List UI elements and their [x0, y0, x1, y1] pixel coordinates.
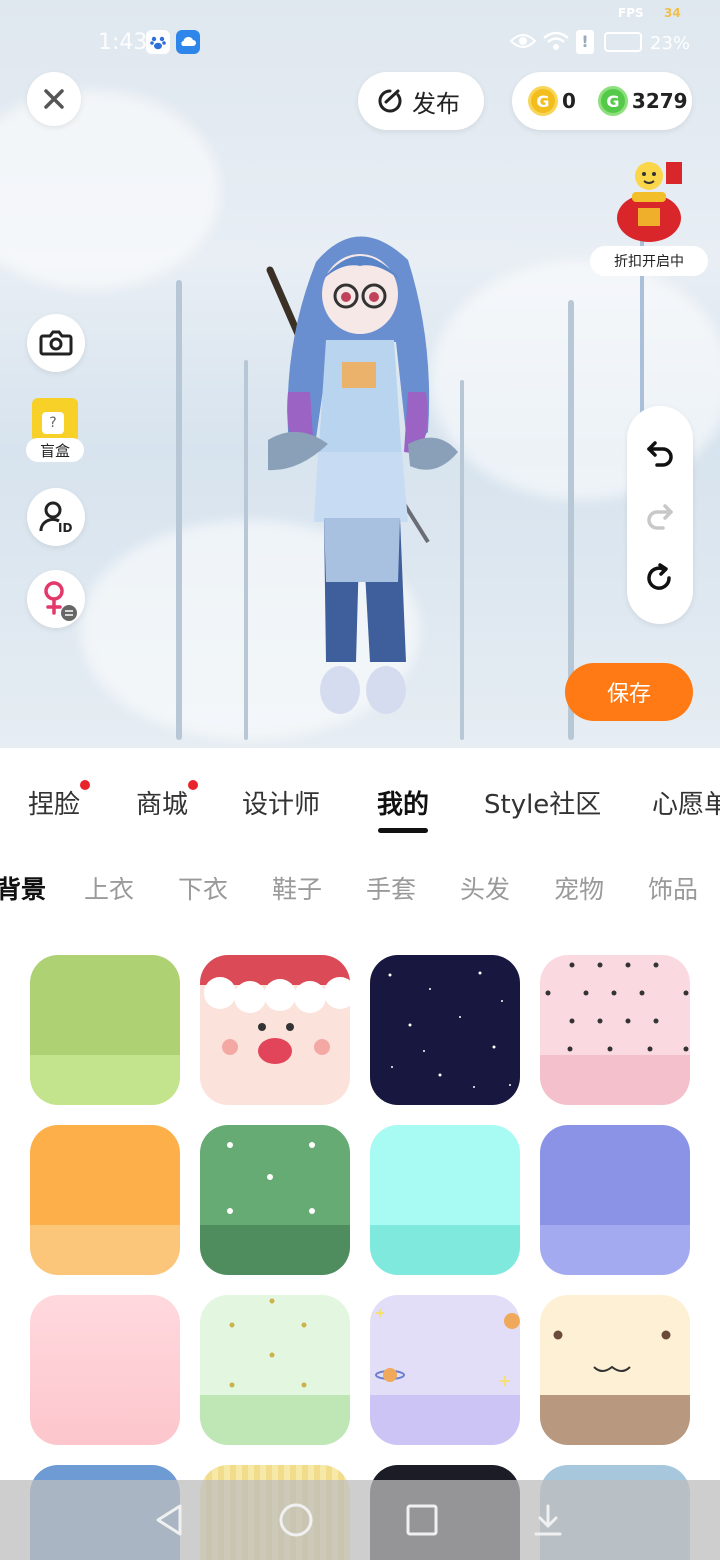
notification-dot — [188, 780, 199, 790]
tab-label: 商城 — [136, 790, 189, 820]
home-icon[interactable] — [278, 1502, 314, 1538]
gold-coin-icon: G — [528, 86, 558, 116]
main-tabs: 捏脸 商城 设计师 我的 Style社区 心愿单 — [0, 748, 720, 848]
tab-label: 捏脸 — [28, 790, 81, 820]
tab-mine[interactable]: 我的 — [377, 784, 429, 821]
subtab-accessories[interactable]: 饰品 — [648, 870, 698, 906]
subtab-background[interactable]: 背景 — [0, 870, 46, 906]
subtab-pet[interactable]: 宠物 — [554, 870, 604, 906]
undo-icon[interactable] — [645, 437, 675, 467]
green-coin-icon: G — [597, 86, 628, 116]
background-tile-cream-face[interactable] — [540, 1295, 690, 1445]
camera-icon — [39, 330, 73, 356]
subtab-shoes[interactable]: 鞋子 — [272, 870, 322, 906]
redo-icon[interactable] — [645, 500, 675, 530]
currency-display[interactable]: G 0 G 3279 — [512, 72, 692, 130]
background-tile-green-snowflake[interactable] — [200, 1125, 350, 1275]
alert-icon: ! — [576, 30, 594, 54]
recents-icon[interactable] — [404, 1502, 440, 1538]
status-time: 1:43 — [98, 30, 148, 55]
close-button[interactable] — [27, 72, 81, 126]
tab-label: 心愿单 — [652, 790, 720, 820]
mystery-box-icon: ? — [32, 398, 78, 442]
wifi-icon — [542, 30, 570, 56]
tab-face[interactable]: 捏脸 — [28, 780, 91, 821]
publish-label: 发布 — [412, 89, 460, 118]
system-nav-bar — [0, 1480, 720, 1560]
publish-icon — [378, 89, 402, 113]
active-tab-indicator — [378, 828, 428, 833]
promo-label: 折扣开启中 — [590, 246, 708, 276]
back-icon[interactable] — [152, 1502, 188, 1538]
subtab-top[interactable]: 上衣 — [84, 870, 134, 906]
tab-label: 设计师 — [242, 790, 321, 820]
avatar-scene: 1:43 FPS 34 ! 23% 发布 G 0 G 3279 折扣开启中 ? … — [0, 0, 720, 748]
subtab-hair[interactable]: 头发 — [460, 870, 510, 906]
wardrobe-panel: 捏脸 商城 设计师 我的 Style社区 心愿单 背景 上衣 下衣 鞋子 手套 … — [0, 748, 720, 1560]
fps-value: 34 — [664, 6, 681, 20]
publish-button[interactable]: 发布 — [358, 72, 484, 130]
background-tile-pink-gradient[interactable] — [30, 1295, 180, 1445]
baidu-icon — [146, 30, 170, 54]
mystery-box-label: 盲盒 — [26, 438, 84, 462]
notification-dot — [80, 780, 91, 790]
tree-trunk — [244, 360, 248, 740]
save-button[interactable]: 保存 — [565, 663, 693, 721]
history-controls — [627, 406, 693, 624]
close-icon — [44, 89, 64, 109]
cloud-icon — [176, 30, 200, 54]
tab-style-community[interactable]: Style社区 — [484, 784, 601, 821]
tab-shop[interactable]: 商城 — [136, 780, 199, 821]
background-tile-starry-night[interactable] — [370, 955, 520, 1105]
background-tile-periwinkle-solid[interactable] — [540, 1125, 690, 1275]
tab-label: 我的 — [377, 790, 430, 820]
background-tile-green-solid[interactable] — [30, 955, 180, 1105]
fps-label: FPS — [618, 6, 644, 20]
notification-pull-icon[interactable] — [530, 1502, 566, 1538]
gold-coin-count: 0 — [562, 89, 576, 113]
reset-icon[interactable] — [645, 563, 675, 593]
avatar-character — [266, 236, 458, 714]
background-tile-lavender-planets[interactable] — [370, 1295, 520, 1445]
camera-button[interactable] — [27, 314, 85, 372]
mystery-box-button[interactable]: ? 盲盒 — [26, 396, 86, 466]
background-tile-mint-stars[interactable] — [200, 1295, 350, 1445]
background-tile-pink-hearts[interactable] — [540, 955, 690, 1105]
gender-switch-icon — [44, 581, 77, 621]
lucky-bag-icon — [617, 162, 682, 242]
tree-trunk — [176, 280, 182, 740]
background-tile-orange-solid[interactable] — [30, 1125, 180, 1275]
eye-icon — [509, 32, 537, 54]
tab-designer[interactable]: 设计师 — [242, 784, 320, 821]
mist-decoration — [0, 90, 220, 290]
avatar-id-button[interactable]: ID — [27, 488, 85, 546]
id-icon: ID — [39, 501, 72, 535]
tab-label: Style社区 — [484, 790, 602, 820]
discount-promo[interactable]: 折扣开启中 — [590, 150, 710, 276]
svg-text:ID: ID — [58, 521, 72, 535]
gender-switch-button[interactable] — [27, 570, 85, 628]
background-tile-santa[interactable] — [200, 955, 350, 1105]
green-coin-count: 3279 — [631, 89, 688, 113]
battery-icon — [604, 32, 642, 52]
background-tile-aqua-solid[interactable] — [370, 1125, 520, 1275]
subtab-bottom[interactable]: 下衣 — [178, 870, 228, 906]
battery-percent: 23% — [650, 33, 691, 54]
subtab-gloves[interactable]: 手套 — [366, 870, 416, 906]
tab-wishlist[interactable]: 心愿单 — [652, 784, 720, 821]
